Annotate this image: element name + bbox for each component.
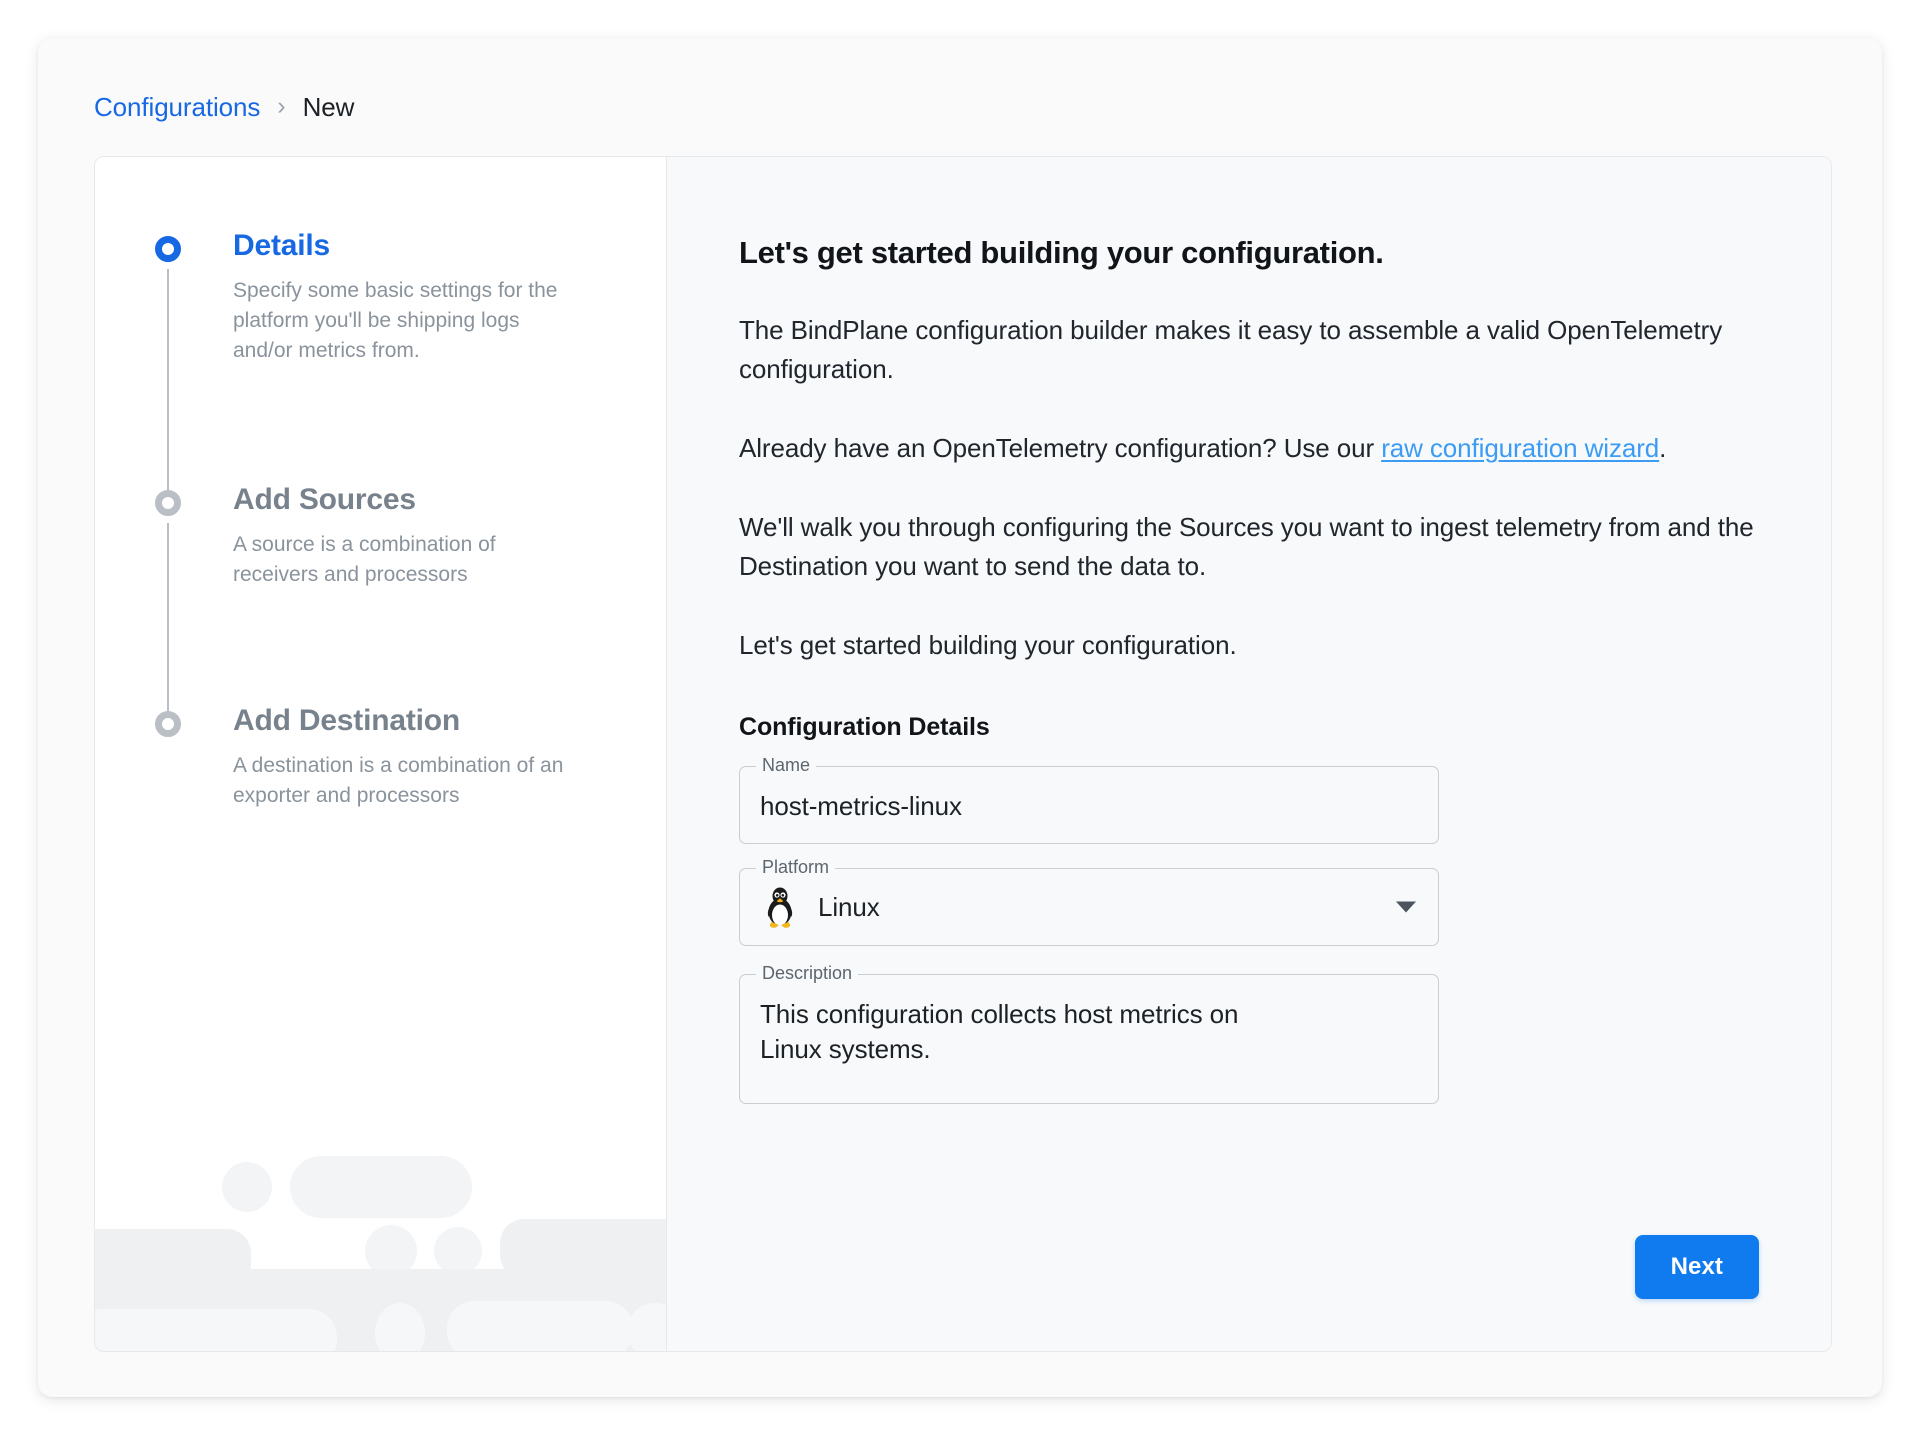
chevron-down-icon[interactable] bbox=[1396, 901, 1416, 913]
closing-paragraph: Let's get started building your configur… bbox=[739, 630, 1237, 660]
configuration-details-heading: Configuration Details bbox=[739, 713, 990, 741]
chevron-right-icon: › bbox=[277, 91, 286, 120]
description-input[interactable]: This configuration collects host metrics… bbox=[740, 975, 1300, 1103]
intro-paragraph: The BindPlane configuration builder make… bbox=[739, 315, 1723, 384]
name-input[interactable]: host-metrics-linux bbox=[740, 767, 1438, 843]
step-connector-line bbox=[167, 269, 169, 501]
step-marker-icon bbox=[155, 490, 181, 517]
platform-field[interactable]: Platform Linux bbox=[739, 858, 1439, 947]
step-description: A destination is a combination of an exp… bbox=[233, 754, 564, 807]
linux-penguin-icon bbox=[767, 887, 793, 929]
step-marker-icon bbox=[155, 236, 181, 262]
step-description: Specify some basic settings for the plat… bbox=[233, 279, 558, 362]
name-field[interactable]: Name host-metrics-linux bbox=[739, 756, 1439, 845]
walkthrough-paragraph: We'll walk you through configuring the S… bbox=[739, 512, 1754, 581]
raw-wizard-paragraph: Already have an OpenTelemetry configurat… bbox=[739, 429, 1759, 468]
step-add-destination[interactable]: Add Destination A destination is a combi… bbox=[155, 704, 625, 811]
page-title: Let's get started building your configur… bbox=[739, 235, 1384, 270]
raw-wizard-prefix: Already have an OpenTelemetry configurat… bbox=[739, 433, 1382, 463]
wizard-content: Let's get started building your configur… bbox=[667, 157, 1831, 1351]
raw-wizard-suffix: . bbox=[1659, 433, 1667, 463]
step-title: Add Sources bbox=[233, 483, 416, 517]
wizard-panel: Details Specify some basic settings for … bbox=[94, 156, 1832, 1352]
step-add-sources[interactable]: Add Sources A source is a combination of… bbox=[155, 483, 625, 726]
raw-configuration-wizard-link[interactable]: raw configuration wizard bbox=[1381, 433, 1659, 463]
description-field[interactable]: Description This configuration collects … bbox=[739, 964, 1439, 1105]
platform-selected-value: Linux bbox=[818, 892, 880, 923]
platform-select[interactable]: Linux bbox=[740, 869, 1438, 945]
platform-field-label: Platform bbox=[756, 858, 836, 877]
step-details[interactable]: Details Specify some basic settings for … bbox=[155, 229, 625, 501]
breadcrumb: Configurations › New bbox=[94, 87, 354, 127]
breadcrumb-current-new: New bbox=[302, 91, 355, 122]
step-title: Add Destination bbox=[233, 704, 460, 738]
name-field-label: Name bbox=[756, 756, 817, 774]
step-connector-line bbox=[167, 523, 169, 726]
step-title: Details bbox=[233, 229, 330, 262]
breadcrumb-link-configurations[interactable]: Configurations bbox=[94, 92, 260, 123]
description-field-label: Description bbox=[756, 964, 859, 983]
step-description: A source is a combination of receivers a… bbox=[233, 533, 496, 587]
wizard-stepper: Details Specify some basic settings for … bbox=[95, 157, 667, 1351]
decorative-shapes-graphic bbox=[95, 1156, 666, 1351]
next-button[interactable]: Next bbox=[1634, 1235, 1759, 1299]
app-window: Configurations › New Details Specify som… bbox=[38, 38, 1882, 1397]
step-marker-icon bbox=[155, 711, 181, 738]
